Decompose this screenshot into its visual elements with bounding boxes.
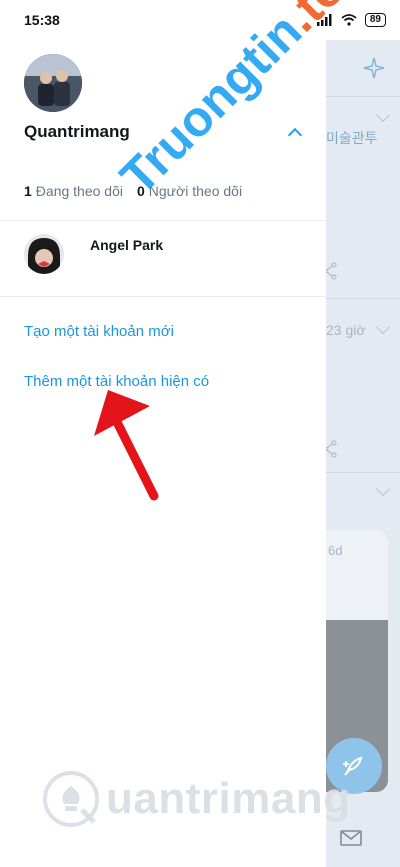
bg-age: 6d	[328, 543, 343, 558]
profile-avatar[interactable]	[24, 54, 82, 112]
chevron-down-icon	[375, 481, 391, 497]
bg-time: 23 giờ	[326, 322, 366, 338]
profile-name: Quantrimang	[24, 122, 130, 141]
account-avatar-image	[24, 234, 64, 274]
status-time: 15:38	[24, 12, 60, 28]
bg-divider	[326, 472, 400, 473]
background-timeline: 미술관투 23 giờ 6d	[322, 40, 400, 867]
watermark-quantrimang: uantrimang	[42, 770, 351, 828]
divider	[0, 220, 326, 221]
annotation-arrow	[94, 390, 159, 501]
bg-divider	[326, 298, 400, 299]
following-stat[interactable]: 1 Đang theo dõi	[24, 183, 123, 199]
avatar-image	[24, 54, 82, 112]
bg-divider	[326, 96, 400, 97]
lightbulb-logo-icon	[43, 771, 99, 827]
account-avatar[interactable]	[24, 234, 64, 274]
chevron-down-icon	[375, 319, 391, 335]
divider	[0, 296, 326, 297]
create-account-link[interactable]: Tạo một tài khoản mới	[24, 323, 174, 340]
battery-indicator: 89	[364, 13, 386, 27]
bg-text: 미술관투	[326, 130, 378, 146]
chevron-down-icon	[375, 107, 391, 123]
account-name[interactable]: Angel Park	[90, 237, 163, 253]
chevron-up-icon[interactable]	[287, 127, 303, 143]
sparkle-icon	[363, 57, 385, 79]
wifi-icon	[341, 14, 357, 26]
mail-icon[interactable]	[340, 830, 362, 846]
